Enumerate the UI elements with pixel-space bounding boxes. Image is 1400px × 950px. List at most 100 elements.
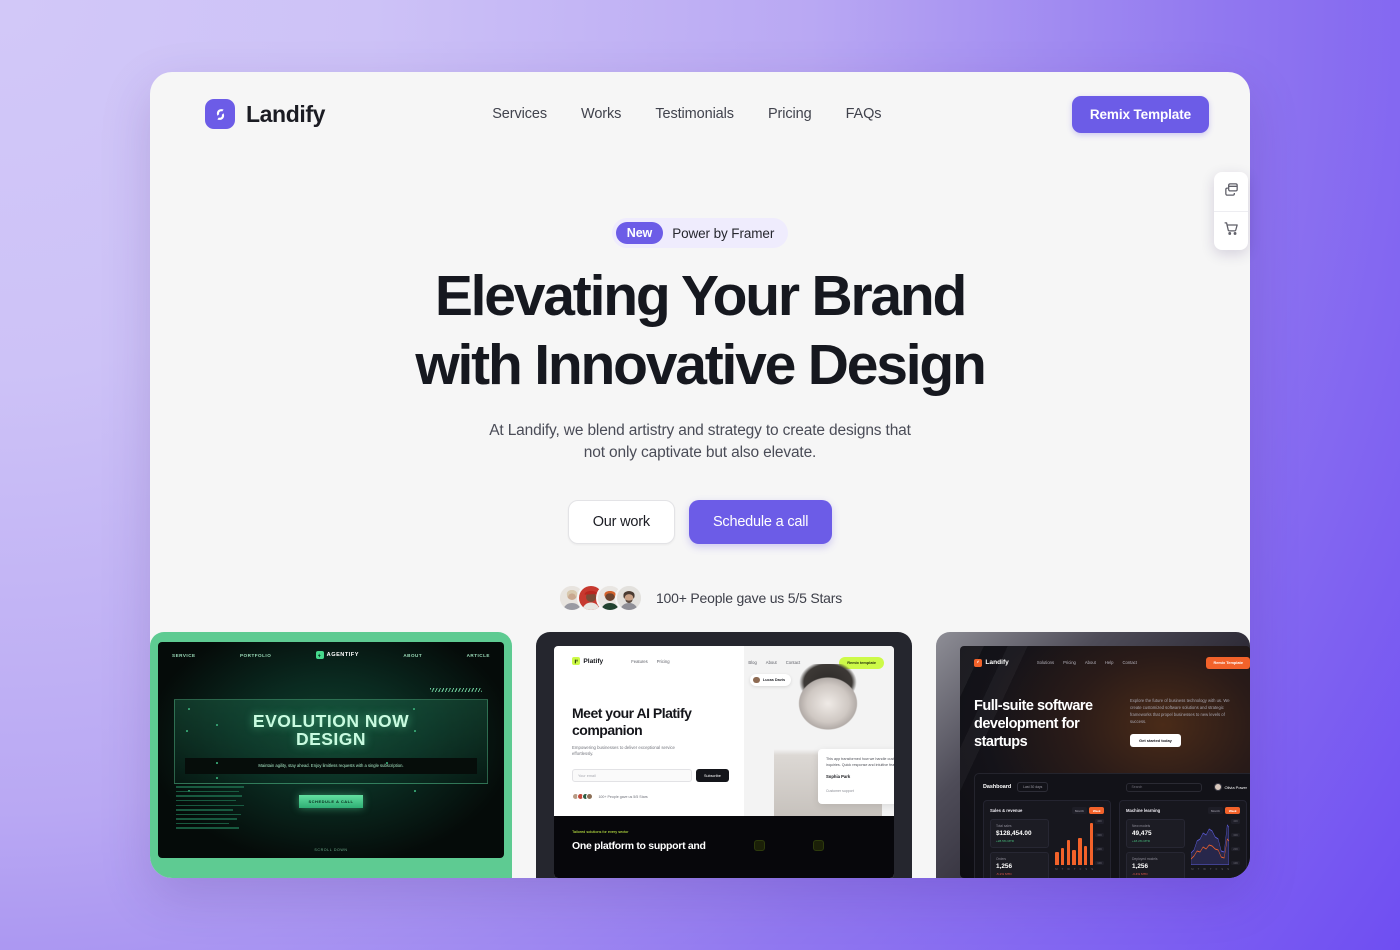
site-header: Landify Services Works Testimonials Pric…	[150, 72, 1250, 156]
shield-icon	[754, 840, 765, 851]
y-tick: 20K	[1231, 847, 1240, 852]
agentify-schedule-button[interactable]: SCHEDULE A CALL	[299, 795, 363, 809]
platify-person-tag: Lucas Davis	[750, 674, 792, 686]
platify-subscribe-button[interactable]: Subscribe	[696, 769, 729, 783]
panel-stats: Total sales $128,454.00 +28.5% MTD Order…	[990, 819, 1050, 878]
agentify-nav-portfolio[interactable]: PORTFOLIO	[240, 653, 271, 658]
area-chart: MTWTFSS 40K 30K 20K 10K	[1191, 819, 1240, 878]
x-tick: T	[1061, 867, 1064, 871]
platify-testimonial-text: This app transformed how we handle custo…	[825, 756, 894, 767]
toggle-week[interactable]: Week	[1225, 807, 1240, 815]
announcement-pill[interactable]: New Power by Framer	[611, 218, 789, 248]
template-preview-strip: SERVICE PORTFOLIO AGENTIFY ABOUT ARTICLE	[150, 632, 1250, 878]
platify-testimonial-role: Customer support	[825, 789, 854, 793]
agentify-preview: SERVICE PORTFOLIO AGENTIFY ABOUT ARTICLE	[158, 642, 504, 858]
dashboard-user[interactable]: Olivia Power	[1213, 783, 1247, 792]
platify-right-col: Remix template Blog About Contact Lucas …	[744, 646, 894, 816]
dashboard-toolbar: Dashboard Last 30 days Search Olivia Pow…	[983, 782, 1247, 793]
nav-link-faqs[interactable]: FAQs	[846, 106, 882, 122]
x-tick: F	[1215, 867, 1218, 871]
template-card-landify-dark[interactable]: Landify Solutions Pricing About Help Con…	[936, 632, 1250, 878]
stat-delta: +18.2% MTD	[1132, 839, 1151, 844]
agentify-nav-article[interactable]: ARTICLE	[467, 653, 490, 658]
x-tick: M	[1191, 867, 1194, 871]
stat-delta: -5.2% MTD	[996, 872, 1012, 877]
platify-nav: Platify Features Pricing	[572, 657, 744, 665]
landify-dark-remix-button[interactable]: Remix Template	[1206, 657, 1250, 669]
platify-nav-pricing[interactable]: Pricing	[657, 659, 670, 664]
y-tick: 40K	[1095, 819, 1104, 824]
agentify-nav: SERVICE PORTFOLIO AGENTIFY ABOUT ARTICLE	[158, 642, 504, 659]
ld-nav-about[interactable]: About	[1085, 660, 1096, 665]
agentify-nav-about[interactable]: ABOUT	[403, 653, 422, 658]
agentify-hero: EVOLUTION NOW DESIGN Maintain agility, s…	[174, 699, 488, 785]
schedule-call-button[interactable]: Schedule a call	[688, 500, 833, 544]
platify-testimonial-card: This app transformed how we handle custo…	[817, 748, 894, 804]
platify-bottom-section: Tailored solutions for every sector One …	[554, 816, 894, 878]
platify-email-input[interactable]: Your email	[572, 769, 692, 783]
subhead-line-2: not only captivate but also elevate.	[583, 444, 817, 461]
toggle-month[interactable]: Month	[1071, 807, 1088, 815]
bar	[1083, 846, 1088, 866]
platify-avatar-group	[572, 793, 594, 801]
stat-value: $128,454.00	[996, 830, 1032, 838]
cart-button[interactable]	[1214, 211, 1248, 250]
y-tick: 10K	[1231, 861, 1240, 866]
new-badge: New	[615, 222, 664, 244]
x-tick: T	[1209, 867, 1212, 871]
social-proof-text: 100+ People gave us 5/5 Stars	[655, 590, 843, 606]
ld-nav-contact[interactable]: Contact	[1122, 660, 1136, 665]
platify-social-proof: 100+ People gave us 5/5 Stars	[572, 793, 744, 801]
ld-nav-help[interactable]: Help	[1105, 660, 1114, 665]
ld-nav-solutions[interactable]: Solutions	[1037, 660, 1054, 665]
bar-chart-bars	[1055, 819, 1094, 866]
x-tick: T	[1197, 867, 1200, 871]
agentify-hatch-decor	[430, 688, 482, 692]
toggle-week[interactable]: Week	[1089, 807, 1104, 815]
bar	[1078, 837, 1082, 866]
ld-nav-pricing[interactable]: Pricing	[1063, 660, 1076, 665]
dashboard-mock: Dashboard Last 30 days Search Olivia Pow…	[974, 773, 1250, 878]
template-card-platify[interactable]: Platify Features Pricing Meet your AI Pl…	[536, 632, 912, 878]
duplicate-windows-button[interactable]	[1214, 172, 1248, 211]
our-work-button[interactable]: Our work	[567, 500, 675, 544]
agentify-logo-icon	[315, 651, 324, 659]
area-chart-xaxis: MTWTFSS	[1191, 868, 1229, 871]
landify-dark-hero-side: Explore the future of business technolog…	[1130, 697, 1240, 751]
platify-nav-features[interactable]: Features	[631, 659, 648, 664]
agentify-title-line-1: EVOLUTION NOW	[252, 711, 410, 731]
shopping-cart-icon	[1223, 220, 1240, 242]
landify-dark-cta-button[interactable]: Get started today	[1130, 734, 1181, 748]
landify-dark-headline: Full-suite software development for star…	[974, 697, 1093, 751]
dashboard-search-input[interactable]: Search	[1125, 782, 1202, 792]
landify-dark-hero: Full-suite software development for star…	[974, 697, 1250, 751]
stat-value: 1,256	[996, 863, 1012, 871]
agentify-nav-service[interactable]: SERVICE	[172, 653, 196, 658]
platify-nav-blog[interactable]: Blog	[748, 660, 756, 665]
hero-cta-row: Our work Schedule a call	[150, 500, 1250, 544]
stat-card: Deployed models 1,256 -3.4% MTD	[1126, 852, 1186, 878]
dashboard-user-name: Olivia Power	[1224, 784, 1247, 790]
x-tick: F	[1079, 867, 1082, 871]
dashboard-daterange-chip[interactable]: Last 30 days	[1017, 782, 1049, 793]
agentify-subtitle: Maintain agility, stay ahead. Enjoy limi…	[185, 757, 477, 775]
hero-headline: Elevating Your Brand with Innovative Des…	[150, 268, 1250, 394]
windows-copy-icon	[1223, 181, 1240, 203]
landify-dark-subtext: Explore the future of business technolog…	[1130, 697, 1230, 725]
y-tick: 20K	[1095, 847, 1104, 852]
announcement-text: Power by Framer	[672, 225, 775, 241]
x-tick: M	[1055, 867, 1058, 871]
nav-link-testimonials[interactable]: Testimonials	[655, 106, 734, 122]
platify-top: Platify Features Pricing Meet your AI Pl…	[554, 646, 894, 816]
toggle-month[interactable]: Month	[1207, 807, 1224, 815]
brand-logo[interactable]: Landify	[205, 99, 325, 129]
platify-preview: Platify Features Pricing Meet your AI Pl…	[554, 646, 894, 878]
platify-person-avatar	[753, 676, 760, 684]
nav-link-pricing[interactable]: Pricing	[768, 106, 812, 122]
nav-link-services[interactable]: Services	[492, 106, 547, 122]
nav-link-works[interactable]: Works	[581, 106, 621, 122]
remix-template-button[interactable]: Remix Template	[1071, 95, 1209, 133]
x-tick: W	[1067, 867, 1070, 871]
template-card-agentify[interactable]: SERVICE PORTFOLIO AGENTIFY ABOUT ARTICLE	[150, 632, 512, 878]
hero-section: New Power by Framer Elevating Your Brand…	[150, 156, 1250, 612]
